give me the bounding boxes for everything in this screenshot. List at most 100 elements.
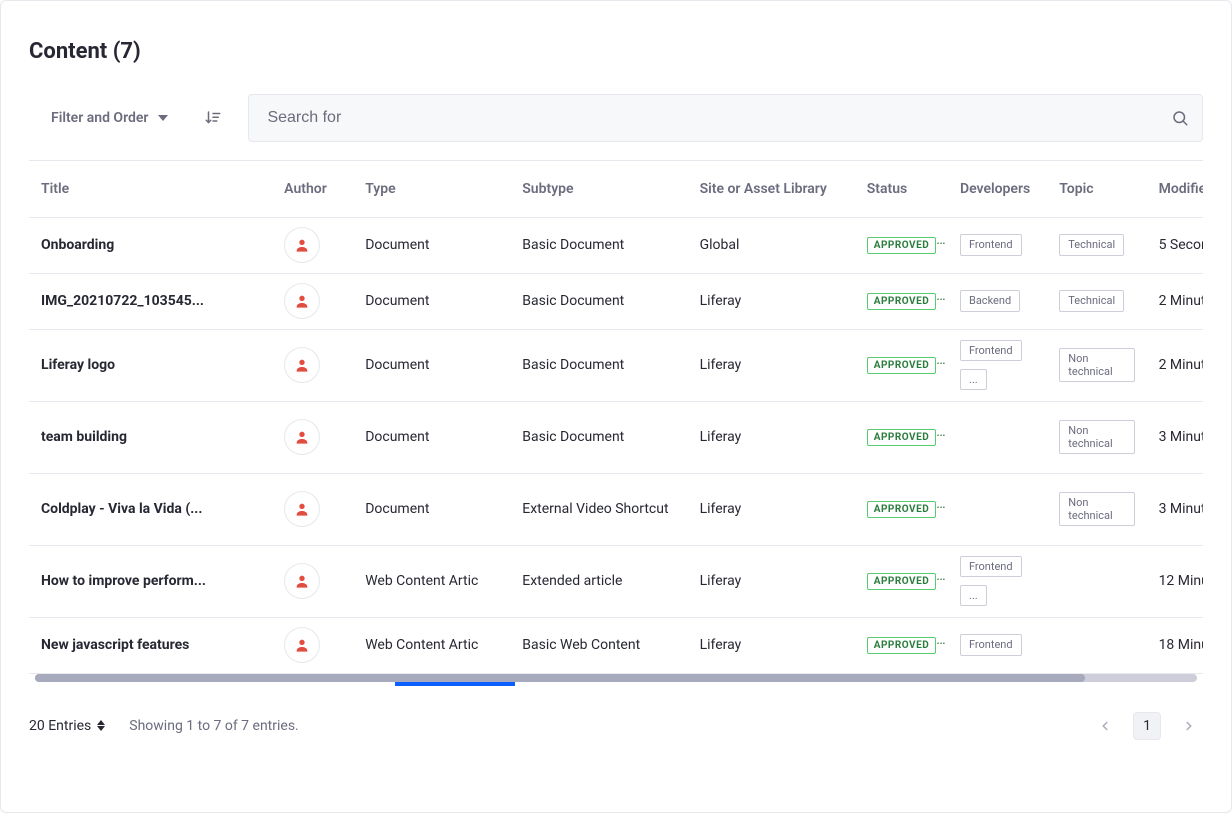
topic-tag[interactable]: Non technical: [1059, 492, 1134, 526]
dev-tag[interactable]: Frontend: [960, 340, 1022, 361]
cell-site: Liferay: [688, 401, 855, 473]
topic-tag[interactable]: Non technical: [1059, 348, 1134, 382]
author-avatar[interactable]: [284, 347, 320, 383]
table-footer: 20 Entries Showing 1 to 7 of 7 entries. …: [29, 684, 1203, 740]
col-status[interactable]: Status: [855, 161, 948, 217]
user-icon: [294, 501, 310, 517]
table-header-row: Title Author Type Subtype Site or Asset …: [29, 161, 1203, 217]
col-topic[interactable]: Topic: [1047, 161, 1146, 217]
active-indicator: [395, 682, 515, 686]
cell-type: Document: [353, 473, 510, 545]
dev-tag[interactable]: Frontend: [960, 234, 1022, 255]
cell-title: Coldplay - Viva la Vida (...: [29, 473, 272, 545]
next-page-button[interactable]: [1175, 712, 1203, 740]
author-avatar[interactable]: [284, 563, 320, 599]
prev-page-button[interactable]: [1091, 712, 1119, 740]
col-title[interactable]: Title: [29, 161, 272, 217]
scrollbar-thumb[interactable]: [35, 674, 1085, 682]
dev-tag[interactable]: Frontend: [960, 634, 1022, 655]
dev-tag[interactable]: Frontend: [960, 556, 1022, 577]
cell-developers: [948, 473, 1047, 545]
user-icon: [294, 357, 310, 373]
cell-author: [272, 273, 353, 329]
user-icon: [294, 293, 310, 309]
cell-modified: 5 Seconds Ago: [1147, 217, 1203, 273]
cell-topic: Non technical: [1047, 329, 1146, 401]
cell-author: [272, 329, 353, 401]
cell-site: Liferay: [688, 329, 855, 401]
table-row[interactable]: New javascript features Web Content Arti…: [29, 617, 1203, 673]
content-table-scroll[interactable]: Title Author Type Subtype Site or Asset …: [29, 160, 1203, 674]
page-title: Content (7): [29, 39, 1203, 64]
author-avatar[interactable]: [284, 227, 320, 263]
cell-author: [272, 617, 353, 673]
cell-site: Global: [688, 217, 855, 273]
cell-topic: Technical: [1047, 217, 1146, 273]
horizontal-scrollbar[interactable]: [29, 674, 1203, 684]
cell-topic: [1047, 617, 1146, 673]
cell-author: [272, 401, 353, 473]
topic-tag[interactable]: Non technical: [1059, 420, 1134, 454]
table-row[interactable]: team building Document Basic Document Li…: [29, 401, 1203, 473]
entries-per-page-select[interactable]: 20 Entries: [29, 718, 105, 734]
status-badge: APPROVED: [867, 429, 936, 446]
cell-modified: 3 Minutes Ago: [1147, 473, 1203, 545]
page-number-current[interactable]: 1: [1133, 712, 1161, 740]
dev-tag[interactable]: Backend: [960, 290, 1020, 311]
cell-developers: Frontend: [948, 217, 1047, 273]
content-table: Title Author Type Subtype Site or Asset …: [29, 161, 1203, 674]
table-row[interactable]: Liferay logo Document Basic Document Lif…: [29, 329, 1203, 401]
cell-status: APPROVED: [855, 273, 948, 329]
cell-status: APPROVED: [855, 617, 948, 673]
cell-modified: 12 Minutes Ago: [1147, 545, 1203, 617]
col-developers[interactable]: Developers: [948, 161, 1047, 217]
cell-modified: 2 Minutes Ago: [1147, 273, 1203, 329]
table-row[interactable]: How to improve perform... Web Content Ar…: [29, 545, 1203, 617]
cell-site: Liferay: [688, 273, 855, 329]
status-badge: APPROVED: [867, 293, 936, 310]
search-input[interactable]: [248, 94, 1203, 142]
dev-more-tag[interactable]: ...: [960, 585, 987, 606]
cell-modified: 2 Minutes Ago: [1147, 329, 1203, 401]
filter-order-button[interactable]: Filter and Order: [41, 102, 178, 134]
cell-subtype: Basic Document: [510, 273, 687, 329]
cell-status: APPROVED: [855, 329, 948, 401]
cell-topic: Non technical: [1047, 473, 1146, 545]
cell-type: Web Content Artic: [353, 617, 510, 673]
topic-tag[interactable]: Technical: [1059, 234, 1124, 255]
author-avatar[interactable]: [284, 419, 320, 455]
status-badge: APPROVED: [867, 573, 936, 590]
status-badge: APPROVED: [867, 501, 936, 518]
cell-subtype: Basic Document: [510, 217, 687, 273]
user-icon: [294, 573, 310, 589]
author-avatar[interactable]: [284, 283, 320, 319]
author-avatar[interactable]: [284, 491, 320, 527]
cell-author: [272, 217, 353, 273]
cell-type: Document: [353, 217, 510, 273]
cell-title: Onboarding: [29, 217, 272, 273]
table-row[interactable]: IMG_20210722_103545... Document Basic Do…: [29, 273, 1203, 329]
updown-icon: [97, 720, 105, 731]
topic-tag[interactable]: Technical: [1059, 290, 1124, 311]
cell-site: Liferay: [688, 617, 855, 673]
cell-subtype: External Video Shortcut: [510, 473, 687, 545]
table-row[interactable]: Onboarding Document Basic Document Globa…: [29, 217, 1203, 273]
col-author[interactable]: Author: [272, 161, 353, 217]
author-avatar[interactable]: [284, 627, 320, 663]
cell-title: Liferay logo: [29, 329, 272, 401]
dev-more-tag[interactable]: ...: [960, 369, 987, 390]
toolbar: Filter and Order: [29, 84, 1203, 160]
col-type[interactable]: Type: [353, 161, 510, 217]
cell-modified: 18 Minutes Ago: [1147, 617, 1203, 673]
col-subtype[interactable]: Subtype: [510, 161, 687, 217]
user-icon: [294, 237, 310, 253]
sort-button[interactable]: [198, 103, 228, 133]
cell-developers: [948, 401, 1047, 473]
cell-type: Document: [353, 329, 510, 401]
col-modified[interactable]: Modified: [1147, 161, 1203, 217]
filter-order-label: Filter and Order: [51, 110, 148, 126]
col-site[interactable]: Site or Asset Library: [688, 161, 855, 217]
cell-developers: Frontend ...: [948, 545, 1047, 617]
table-row[interactable]: Coldplay - Viva la Vida (... Document Ex…: [29, 473, 1203, 545]
cell-subtype: Extended article: [510, 545, 687, 617]
